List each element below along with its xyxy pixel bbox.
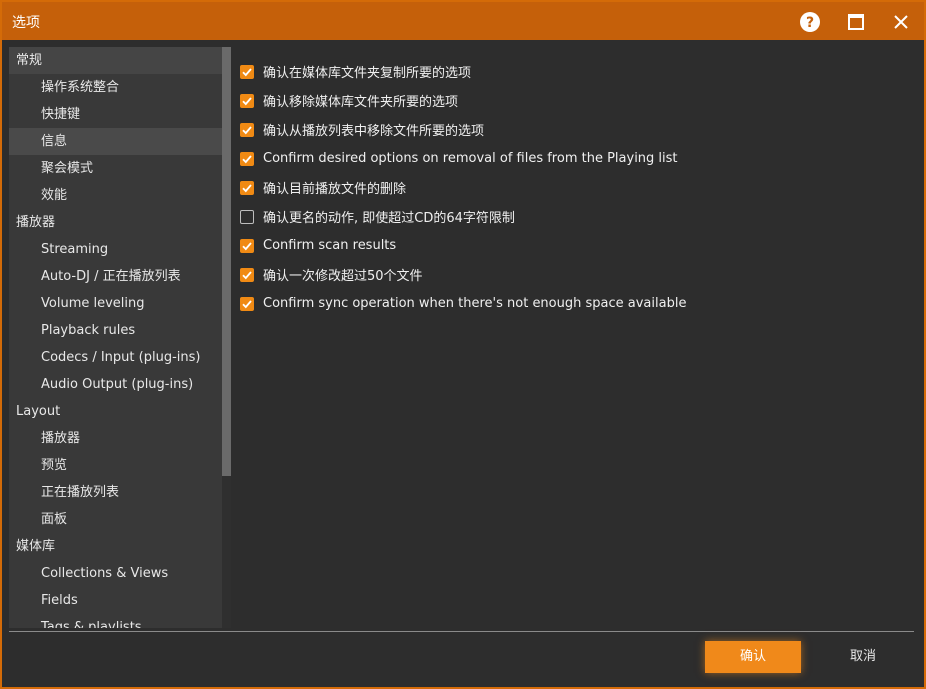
option-label: 确认移除媒体库文件夹所要的选项 — [263, 95, 459, 110]
options-dialog: 选项 ? 常规 操作系统整合 快捷键 信息 聚会模式 效能 播放器 Streaming Auto… — [0, 0, 926, 689]
checkbox-checked[interactable] — [240, 180, 254, 195]
option-label: 确认在媒体库文件夹复制所要的选项 — [263, 66, 472, 81]
sidebar-item[interactable]: 效能 — [9, 182, 231, 209]
sidebar-item[interactable]: Tags & playlists — [9, 614, 231, 628]
option-row[interactable]: 确认一次修改超过50个文件 — [240, 260, 686, 289]
sidebar-scrollbar-thumb[interactable] — [222, 47, 231, 476]
sidebar-item[interactable]: Volume leveling — [9, 290, 231, 317]
option-row[interactable]: 确认在媒体库文件夹复制所要的选项 — [240, 57, 686, 86]
options-sidebar: 常规 操作系统整合 快捷键 信息 聚会模式 效能 播放器 Streaming Auto-DJ /… — [9, 47, 231, 628]
checkbox-unchecked[interactable] — [240, 209, 254, 224]
close-icon[interactable] — [888, 9, 914, 35]
sidebar-item[interactable]: 聚会模式 — [9, 155, 231, 182]
title-bar: 选项 ? — [2, 2, 924, 40]
sidebar-category[interactable]: 播放器 — [9, 209, 231, 236]
option-row[interactable]: 确认目前播放文件的删除 — [240, 173, 686, 202]
option-row[interactable]: 确认移除媒体库文件夹所要的选项 — [240, 86, 686, 115]
sidebar-item[interactable]: 面板 — [9, 506, 231, 533]
checkmark-icon — [242, 125, 252, 134]
option-label: 确认目前播放文件的删除 — [263, 182, 407, 197]
cancel-button[interactable]: 取消 — [815, 641, 911, 673]
option-row[interactable]: Confirm sync operation when there's not … — [240, 289, 686, 318]
option-label: Confirm desired options on removal of fi… — [263, 151, 678, 166]
window-title: 选项 — [12, 15, 40, 31]
checkbox-checked[interactable] — [240, 267, 254, 282]
option-row[interactable]: Confirm desired options on removal of fi… — [240, 144, 686, 173]
checkbox-checked[interactable] — [240, 93, 254, 108]
sidebar-item[interactable]: 快捷键 — [9, 101, 231, 128]
checkmark-icon — [242, 299, 252, 308]
sidebar-item[interactable]: Collections & Views — [9, 560, 231, 587]
checkmark-icon — [242, 67, 252, 76]
option-label: Confirm sync operation when there's not … — [263, 296, 687, 311]
ok-button[interactable]: 确认 — [705, 641, 801, 673]
footer-divider — [9, 631, 914, 632]
sidebar-item[interactable]: 信息 — [9, 128, 231, 155]
help-icon[interactable]: ? — [797, 9, 823, 35]
sidebar-item[interactable]: Codecs / Input (plug-ins) — [9, 344, 231, 371]
checkmark-icon — [242, 241, 252, 250]
option-row[interactable]: Confirm scan results — [240, 231, 686, 260]
options-list: 确认在媒体库文件夹复制所要的选项 确认移除媒体库文件夹所要的选项确认从播放列表中移… — [240, 57, 686, 318]
sidebar-category[interactable]: Layout — [9, 398, 231, 425]
sidebar-item[interactable]: 播放器 — [9, 425, 231, 452]
checkmark-icon — [242, 270, 252, 279]
sidebar-item[interactable]: Streaming — [9, 236, 231, 263]
svg-text:?: ? — [806, 15, 814, 31]
checkbox-checked[interactable] — [240, 238, 254, 253]
sidebar-category[interactable]: 常规 — [9, 47, 231, 74]
checkbox-checked[interactable] — [240, 64, 254, 79]
sidebar-item[interactable]: 正在播放列表 — [9, 479, 231, 506]
sidebar-item[interactable]: Playback rules — [9, 317, 231, 344]
option-label: Confirm scan results — [263, 238, 397, 253]
option-row[interactable]: 确认更名的动作, 即使超过CD的64字符限制 — [240, 202, 686, 231]
option-label: 确认更名的动作, 即使超过CD的64字符限制 — [263, 211, 515, 226]
sidebar-item[interactable]: Fields — [9, 587, 231, 614]
sidebar-item[interactable]: 预览 — [9, 452, 231, 479]
sidebar-item[interactable]: Audio Output (plug-ins) — [9, 371, 231, 398]
checkmark-icon — [242, 96, 252, 105]
checkmark-icon — [242, 154, 252, 163]
sidebar-item[interactable]: 操作系统整合 — [9, 74, 231, 101]
option-label: 确认从播放列表中移除文件所要的选项 — [263, 124, 485, 139]
checkbox-checked[interactable] — [240, 296, 254, 311]
maximize-icon[interactable] — [843, 9, 869, 35]
sidebar-item[interactable]: Auto-DJ / 正在播放列表 — [9, 263, 231, 290]
checkmark-icon — [242, 183, 252, 192]
checkbox-checked[interactable] — [240, 122, 254, 137]
sidebar-category[interactable]: 媒体库 — [9, 533, 231, 560]
option-label: 确认一次修改超过50个文件 — [263, 269, 423, 284]
option-row[interactable]: 确认从播放列表中移除文件所要的选项 — [240, 115, 686, 144]
checkbox-checked[interactable] — [240, 151, 254, 166]
